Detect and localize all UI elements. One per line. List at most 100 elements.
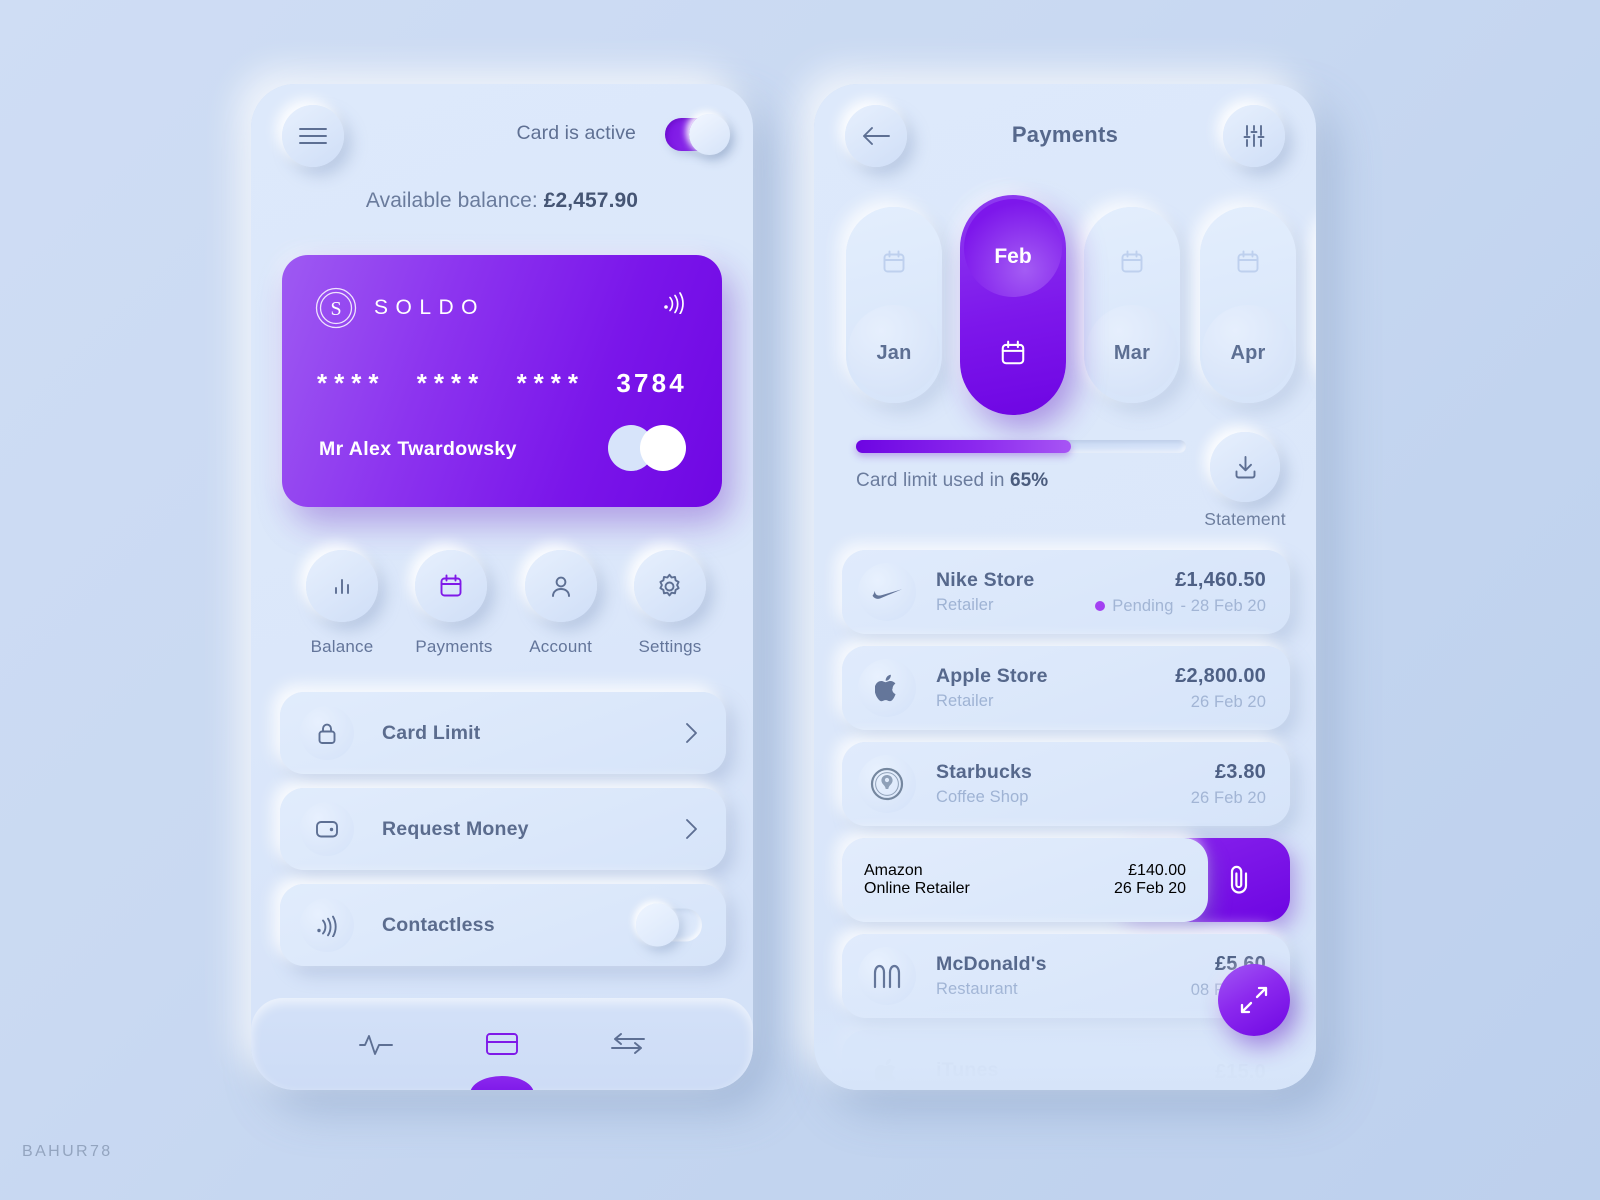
filter-button[interactable]	[1223, 105, 1285, 167]
setting-row-card-limit[interactable]: Card Limit	[280, 692, 726, 774]
transaction-category: Coffee Shop	[936, 788, 1029, 806]
quick-actions: Balance Payments Account Settings	[306, 550, 706, 657]
transaction-row[interactable]: Nike Store Retailer £1,460.50 Pending - …	[842, 550, 1290, 634]
user-icon	[551, 576, 570, 597]
transaction-names: Amazon Online Retailer	[864, 862, 970, 898]
setting-row-request-money-label: Request Money	[382, 817, 529, 840]
quick-action-account-bubble[interactable]	[524, 550, 597, 622]
setting-row-contactless-label: Contactless	[382, 913, 495, 936]
statement-button[interactable]	[1210, 432, 1280, 502]
quick-action-settings-bubble[interactable]	[633, 550, 706, 622]
card-number: **** **** **** 3784	[282, 368, 722, 399]
chevron-right-icon	[686, 723, 697, 743]
transaction-meta: 26 Feb 20	[1175, 693, 1266, 712]
lock-icon	[318, 723, 336, 744]
transaction-merchant: Starbucks	[936, 761, 1033, 783]
card-number-last4: 3784	[616, 368, 687, 398]
mcdonalds-logo-icon	[858, 947, 916, 1005]
quick-action-balance[interactable]: Balance	[306, 550, 378, 657]
transaction-names: McDonald's Restaurant	[936, 953, 1047, 999]
quick-action-settings[interactable]: Settings	[633, 550, 706, 657]
month-pill-apr-label: Apr	[1230, 342, 1266, 364]
sliders-filter-icon	[1243, 125, 1265, 147]
transaction-merchant: iTunes	[936, 1058, 999, 1081]
available-balance: Available balance: £2,457.90	[251, 189, 753, 213]
quick-action-balance-bubble[interactable]	[306, 550, 378, 622]
transfer-arrows-icon	[611, 1033, 645, 1054]
mastercard-circles-icon	[608, 425, 686, 471]
month-pill-feb-label: Feb	[994, 245, 1032, 268]
transaction-row[interactable]: iTunes £15.0	[842, 1030, 1290, 1090]
transaction-amount: £3.80	[1214, 760, 1266, 783]
transaction-row-front[interactable]: Amazon Online Retailer £140.00 26 Feb 20	[842, 838, 1208, 922]
card-brand: S SOLDO	[315, 287, 485, 329]
contactless-icon-bubble	[300, 898, 354, 952]
toggle-knob	[689, 114, 730, 155]
transaction-meta: 26 Feb 20	[1114, 880, 1186, 898]
transaction-row[interactable]: Starbucks Coffee Shop £3.80 26 Feb 20	[842, 742, 1290, 826]
phone-screen-payments: Payments Jan Mar Apr Feb Card limit used…	[814, 84, 1316, 1090]
quick-action-account[interactable]: Account	[524, 550, 597, 657]
bottom-nav-item-transfer[interactable]	[611, 1033, 645, 1055]
statement-label: Statement	[1204, 509, 1286, 529]
wallet-icon	[316, 821, 338, 838]
bottom-nav-item-card[interactable]	[485, 1031, 519, 1057]
transaction-meta: 26 Feb 20	[1191, 789, 1266, 808]
transaction-category: Retailer	[936, 692, 994, 710]
calendar-icon	[1001, 340, 1025, 365]
transaction-row[interactable]: Apple Store Retailer £2,800.00 26 Feb 20	[842, 646, 1290, 730]
card-limit-progress-track	[856, 440, 1186, 453]
paperclip-icon	[1230, 865, 1248, 894]
transaction-merchant: Apple Store	[936, 665, 1048, 687]
contactless-toggle[interactable]	[636, 903, 702, 947]
hamburger-menu-icon	[299, 128, 327, 144]
transaction-date: 26 Feb 20	[1190, 788, 1266, 807]
quick-action-balance-label: Balance	[310, 637, 374, 656]
calendar-icon	[440, 574, 462, 597]
apple-logo-icon	[858, 659, 916, 717]
month-pill-jan[interactable]: Jan	[846, 207, 942, 403]
month-pill-mar[interactable]: Mar	[1084, 207, 1180, 403]
month-pill-feb-active[interactable]: Feb	[960, 195, 1066, 415]
bottom-nav-item-activity[interactable]	[359, 1033, 393, 1055]
bar-chart-icon	[335, 579, 349, 594]
credit-card[interactable]: S SOLDO **** **** **** 3784 Mr Alex Twar…	[282, 255, 722, 507]
chevron-right-icon	[686, 819, 697, 839]
balance-amount: £2,457.90	[543, 189, 639, 212]
transaction-category: Online Retailer	[864, 880, 970, 897]
transaction-right: £15.0	[1215, 1061, 1266, 1084]
card-limit-block: Card limit used in 65%	[856, 440, 1186, 492]
quick-action-settings-label: Settings	[638, 637, 702, 656]
transaction-row-swiped[interactable]: Amazon Online Retailer £140.00 26 Feb 20	[842, 838, 1290, 922]
setting-row-request-money[interactable]: Request Money	[280, 788, 726, 870]
card-active-toggle[interactable]	[665, 114, 730, 155]
calendar-icon	[1121, 250, 1143, 273]
card-brand-name: SOLDO	[374, 296, 486, 319]
expand-fab-button[interactable]	[1218, 964, 1290, 1036]
month-pill-jan-label: Jan	[876, 342, 912, 364]
contactless-icon	[664, 292, 684, 314]
transaction-amount: £2,800.00	[1175, 664, 1266, 687]
phone-screen-card: Card is active Available balance: £2,457…	[251, 84, 753, 1090]
transaction-right: £2,800.00 26 Feb 20	[1175, 665, 1266, 712]
month-pill-apr[interactable]: Apr	[1200, 207, 1296, 403]
card-limit-text: Card limit used in 65%	[856, 470, 1186, 492]
contactless-icon	[316, 915, 337, 937]
activity-pulse-icon	[359, 1035, 393, 1055]
quick-action-payments[interactable]: Payments	[415, 550, 492, 657]
transaction-amount: £1,460.50	[1175, 568, 1266, 591]
card-limit-icon-bubble	[300, 706, 354, 760]
transaction-merchant: McDonald's	[936, 953, 1047, 975]
hamburger-menu-button[interactable]	[282, 105, 344, 167]
transaction-amount: £15.0	[1214, 1060, 1266, 1083]
calendar-icon	[1237, 250, 1259, 273]
setting-row-contactless[interactable]: Contactless	[280, 884, 726, 966]
transaction-category: Retailer	[936, 596, 994, 614]
transaction-right: £3.80 26 Feb 20	[1191, 761, 1266, 808]
card-limit-progress-fill	[856, 440, 1071, 453]
transaction-right: £140.00 26 Feb 20	[1114, 862, 1186, 898]
home-indicator	[470, 1076, 534, 1090]
quick-action-payments-bubble[interactable]	[415, 550, 488, 622]
toggle-knob	[636, 903, 679, 947]
transaction-amount: £140.00	[1128, 862, 1186, 879]
